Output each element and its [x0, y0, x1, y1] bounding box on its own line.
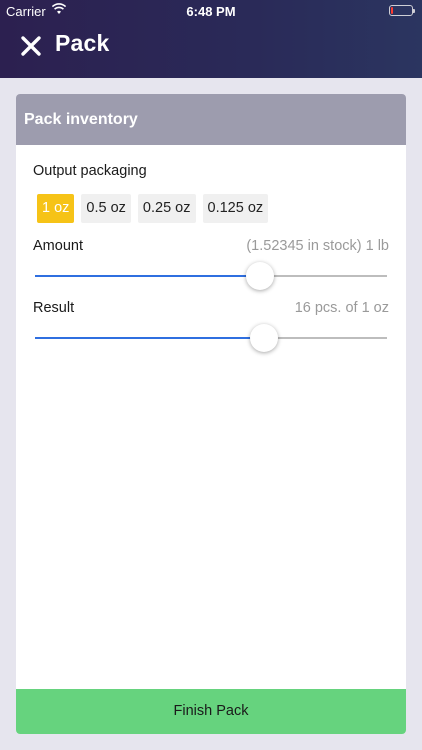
amount-slider[interactable]: [35, 261, 387, 291]
packaging-option[interactable]: 0.125 oz: [202, 194, 269, 223]
battery-level: [391, 7, 394, 14]
status-bar: Carrier 6:48 PM: [0, 0, 422, 22]
amount-value: (1.52345 in stock) 1 lb: [246, 238, 389, 254]
amount-label: Amount: [33, 238, 83, 254]
packaging-option[interactable]: 0.25 oz: [137, 194, 196, 223]
card-title: Pack inventory: [16, 94, 406, 145]
close-icon[interactable]: [20, 35, 42, 57]
finish-pack-button[interactable]: Finish Pack: [16, 689, 406, 734]
slider-thumb[interactable]: [249, 324, 278, 352]
battery-icon: [389, 5, 415, 16]
app-header: Carrier 6:48 PM Pack: [0, 0, 422, 78]
result-value: 16 pcs. of 1 oz: [294, 300, 389, 316]
slider-fill: [35, 337, 264, 339]
clock: 6:48 PM: [186, 4, 236, 19]
packaging-options: 1 oz 0.5 oz 0.25 oz 0.125 oz: [37, 194, 269, 223]
slider-fill: [35, 275, 261, 277]
pack-inventory-card: Pack inventory Output packaging 1 oz 0.5 …: [16, 94, 406, 734]
output-packaging-label: Output packaging: [33, 163, 147, 179]
page-title: Pack: [55, 30, 110, 56]
packaging-option[interactable]: 0.5 oz: [81, 194, 131, 223]
packaging-option[interactable]: 1 oz: [37, 194, 75, 223]
result-slider[interactable]: [35, 323, 387, 353]
result-label: Result: [33, 300, 75, 316]
slider-thumb[interactable]: [246, 262, 275, 290]
